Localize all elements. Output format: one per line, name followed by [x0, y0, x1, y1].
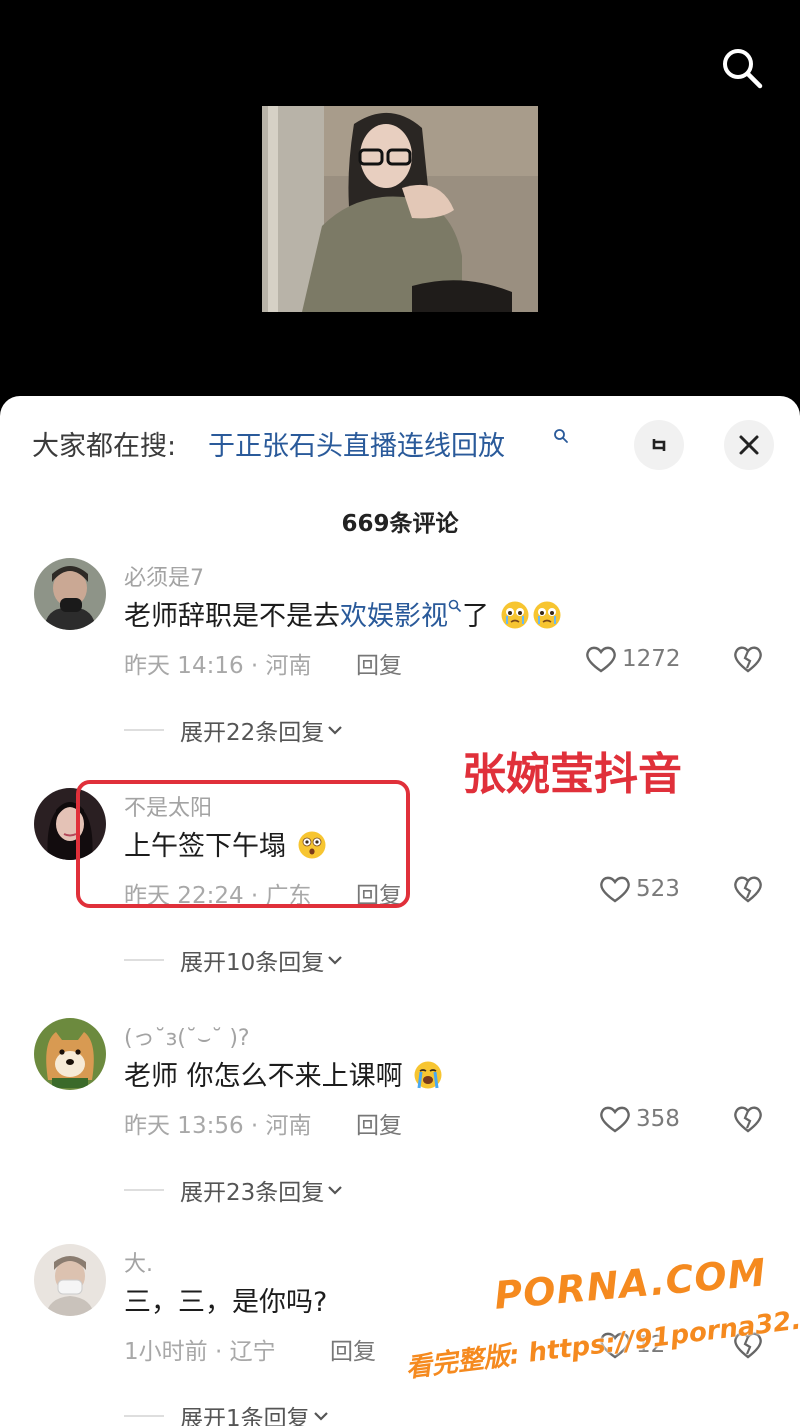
comment-page: 大家都在搜: 于正张石头直播连线回放 669条评论 必须是7 老师辞职是不是去欢… [0, 0, 800, 1426]
close-icon [739, 435, 759, 455]
suggest-query-link[interactable]: 于正张石头直播连线回放 [208, 424, 505, 463]
minimize-button[interactable] [634, 420, 684, 470]
comment-username[interactable]: 必须是7 [124, 560, 204, 592]
comment-count: 669条评论 [341, 511, 459, 537]
expand-replies-label: 展开10条回复 [180, 950, 325, 976]
like-button[interactable]: 1272 [584, 642, 681, 676]
divider [124, 959, 164, 961]
heart-icon [600, 876, 630, 903]
reply-button[interactable]: 回复 [330, 1332, 376, 1366]
like-button[interactable]: 358 [598, 1102, 680, 1136]
expand-replies-label: 展开1条回复 [180, 1406, 310, 1426]
heart-icon [600, 1106, 630, 1133]
reply-button[interactable]: 回复 [356, 1106, 402, 1140]
video-thumbnail[interactable] [262, 106, 538, 312]
divider [124, 1415, 164, 1417]
comment-meta: 1小时前 · 辽宁 [124, 1339, 276, 1365]
reply-button[interactable]: 回复 [356, 646, 402, 680]
like-count: 1272 [622, 646, 681, 672]
expand-replies-label: 展开22条回复 [180, 720, 325, 746]
avatar[interactable] [34, 1244, 106, 1316]
comment-item: (っ˘з(˘⌣˘ )? 老师 你怎么不来上课啊 昨天 13:56 · 河南 回复… [0, 1018, 800, 1218]
loudly-crying-emoji-icon [414, 1061, 442, 1089]
comment-meta: 昨天 13:56 · 河南 [124, 1113, 312, 1139]
close-button[interactable] [724, 420, 774, 470]
expand-replies[interactable]: 展开1条回复 [124, 1401, 332, 1426]
chevron-down-icon [313, 1412, 328, 1421]
expand-replies-label: 展开23条回复 [180, 1180, 325, 1206]
avatar[interactable] [34, 558, 106, 630]
divider [124, 729, 164, 731]
comment-text-part: 老师辞职是不是去 [124, 601, 340, 632]
video-player-area[interactable] [0, 0, 800, 420]
expand-replies[interactable]: 展开22条回复 [124, 715, 346, 746]
broken-heart-icon [734, 646, 762, 673]
comment-text: 三，三，是你吗? [124, 1287, 328, 1318]
suggest-label: 大家都在搜: [32, 431, 177, 462]
search-button[interactable] [718, 44, 766, 92]
dislike-button[interactable] [732, 644, 764, 674]
broken-heart-icon [734, 876, 762, 903]
chevron-down-icon [328, 1186, 343, 1195]
search-icon [554, 429, 568, 443]
crying-emoji-icon [501, 601, 529, 629]
broken-heart-icon [734, 1106, 762, 1133]
search-icon [723, 49, 763, 89]
keyword-link[interactable]: 欢娱影视 [340, 601, 448, 632]
like-count: 358 [636, 1106, 680, 1132]
comment-username[interactable]: (っ˘з(˘⌣˘ )? [124, 1020, 250, 1052]
like-count: 523 [636, 876, 680, 902]
comment-text: 老师 你怎么不来上课啊 [124, 1054, 443, 1093]
annotation-caption: 张婉莹抖音 [462, 749, 682, 800]
avatar[interactable] [34, 1018, 106, 1090]
divider [124, 1189, 164, 1191]
search-icon [448, 599, 462, 613]
comment-text-part: 老师 你怎么不来上课啊 [124, 1061, 403, 1092]
highlight-annotation-box [76, 780, 410, 908]
crying-emoji-icon [533, 601, 561, 629]
comment-text: 老师辞职是不是去欢娱影视了 [124, 594, 562, 633]
dislike-button[interactable] [732, 874, 764, 904]
comment-text-part: 了 [462, 601, 489, 632]
expand-replies[interactable]: 展开10条回复 [124, 945, 346, 976]
comment-item: 必须是7 老师辞职是不是去欢娱影视了 昨天 14:16 · 河南 回复 1272… [0, 558, 800, 758]
like-button[interactable]: 523 [598, 872, 680, 906]
chevron-down-icon [328, 726, 343, 735]
comment-meta: 昨天 14:16 · 河南 [124, 653, 312, 679]
shrink-icon [652, 439, 666, 451]
chevron-down-icon [328, 956, 343, 965]
heart-icon [586, 646, 616, 673]
comment-username[interactable]: 大. [124, 1246, 153, 1278]
dislike-button[interactable] [732, 1104, 764, 1134]
expand-replies[interactable]: 展开23条回复 [124, 1175, 346, 1206]
video-frame-image [262, 106, 538, 312]
